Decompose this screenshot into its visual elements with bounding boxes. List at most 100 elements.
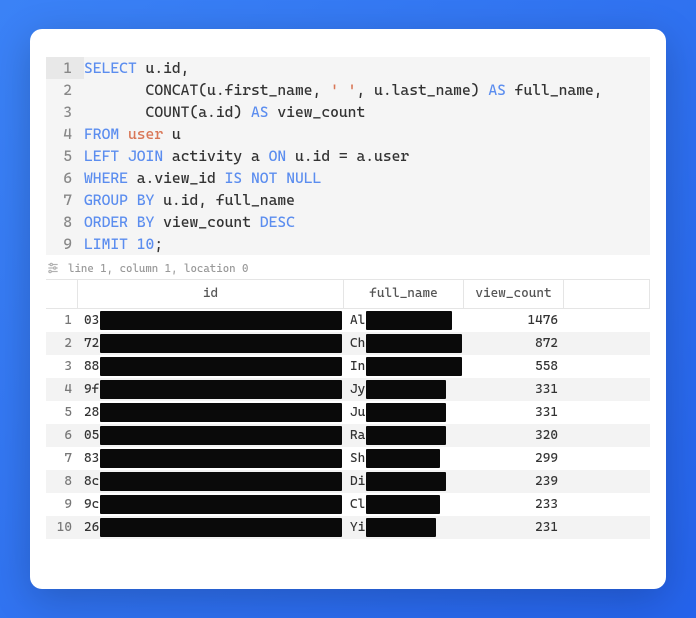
row-number: 2: [46, 332, 78, 355]
table-row[interactable]: 1026Yi231: [46, 516, 650, 539]
table-row[interactable]: 783Sh299: [46, 447, 650, 470]
cell-id: 8c: [78, 470, 344, 493]
cell-full-name: Di: [344, 470, 464, 493]
sql-editor[interactable]: 1SELECT u.id,2 CONCAT(u.first_name, ' ',…: [46, 57, 650, 255]
cell-spacer: [564, 447, 650, 470]
cell-full-name: Sh: [344, 447, 464, 470]
table-row[interactable]: 605Ra320: [46, 424, 650, 447]
cell-full-name: Al: [344, 309, 464, 332]
code-content[interactable]: CONCAT(u.first_name, ' ', u.last_name) A…: [84, 79, 603, 101]
cell-view-count: 558: [464, 355, 564, 378]
line-number: 1: [46, 57, 84, 79]
redacted-icon: [366, 449, 440, 468]
redacted-icon: [100, 357, 342, 376]
col-full-name[interactable]: full_name: [344, 280, 464, 308]
code-line[interactable]: 9LIMIT 10;: [46, 233, 650, 255]
cell-view-count: 1476: [464, 309, 564, 332]
row-number: 4: [46, 378, 78, 401]
table-row[interactable]: 88cDi239: [46, 470, 650, 493]
line-number: 4: [46, 123, 84, 145]
table-header: id full_name view_count: [46, 280, 650, 309]
cell-id: 9f: [78, 378, 344, 401]
row-number: 1: [46, 309, 78, 332]
editor-card: 1SELECT u.id,2 CONCAT(u.first_name, ' ',…: [30, 29, 666, 589]
code-content[interactable]: LEFT JOIN activity a ON u.id = a.user: [84, 145, 409, 167]
row-number: 7: [46, 447, 78, 470]
cell-id: 9c: [78, 493, 344, 516]
redacted-icon: [366, 403, 446, 422]
cell-spacer: [564, 355, 650, 378]
cell-view-count: 331: [464, 378, 564, 401]
code-line[interactable]: 2 CONCAT(u.first_name, ' ', u.last_name)…: [46, 79, 650, 101]
cell-id: 88: [78, 355, 344, 378]
table-row[interactable]: 272Ch872: [46, 332, 650, 355]
redacted-icon: [366, 380, 446, 399]
redacted-icon: [366, 334, 462, 353]
cell-id: 72: [78, 332, 344, 355]
table-row[interactable]: 528Ju331: [46, 401, 650, 424]
redacted-icon: [366, 518, 436, 537]
col-view-count[interactable]: view_count: [464, 280, 564, 308]
cell-view-count: 331: [464, 401, 564, 424]
code-line[interactable]: 1SELECT u.id,: [46, 57, 650, 79]
row-number: 9: [46, 493, 78, 516]
code-line[interactable]: 5LEFT JOIN activity a ON u.id = a.user: [46, 145, 650, 167]
code-content[interactable]: SELECT u.id,: [84, 57, 189, 79]
code-line[interactable]: 8ORDER BY view_count DESC: [46, 211, 650, 233]
line-number: 3: [46, 101, 84, 123]
cell-id: 28: [78, 401, 344, 424]
redacted-icon: [100, 426, 342, 445]
redacted-icon: [100, 472, 342, 491]
row-number: 6: [46, 424, 78, 447]
code-line[interactable]: 6WHERE a.view_id IS NOT NULL: [46, 167, 650, 189]
row-number: 10: [46, 516, 78, 539]
line-number: 7: [46, 189, 84, 211]
line-number: 6: [46, 167, 84, 189]
cell-full-name: Ch: [344, 332, 464, 355]
cell-full-name: Ra: [344, 424, 464, 447]
cell-view-count: 872: [464, 332, 564, 355]
code-line[interactable]: 7GROUP BY u.id, full_name: [46, 189, 650, 211]
cell-view-count: 320: [464, 424, 564, 447]
cell-id: 05: [78, 424, 344, 447]
table-row[interactable]: 49fJy331: [46, 378, 650, 401]
code-content[interactable]: ORDER BY view_count DESC: [84, 211, 295, 233]
cell-id: 26: [78, 516, 344, 539]
col-id[interactable]: id: [78, 280, 344, 308]
redacted-icon: [100, 495, 342, 514]
cell-spacer: [564, 470, 650, 493]
line-number: 9: [46, 233, 84, 255]
redacted-icon: [366, 472, 446, 491]
cell-full-name: In: [344, 355, 464, 378]
cell-spacer: [564, 424, 650, 447]
cell-full-name: Yi: [344, 516, 464, 539]
cell-spacer: [564, 493, 650, 516]
cell-view-count: 299: [464, 447, 564, 470]
cell-full-name: Ju: [344, 401, 464, 424]
code-content[interactable]: GROUP BY u.id, full_name: [84, 189, 295, 211]
redacted-icon: [100, 311, 342, 330]
cell-full-name: Cl: [344, 493, 464, 516]
code-content[interactable]: LIMIT 10;: [84, 233, 163, 255]
cell-spacer: [564, 309, 650, 332]
row-number: 3: [46, 355, 78, 378]
cell-spacer: [564, 332, 650, 355]
col-spacer: [564, 280, 650, 308]
cell-full-name: Jy: [344, 378, 464, 401]
row-number: 8: [46, 470, 78, 493]
line-number: 5: [46, 145, 84, 167]
results-table: id full_name view_count 103Al1476272Ch87…: [46, 279, 650, 569]
code-line[interactable]: 4FROM user u: [46, 123, 650, 145]
redacted-icon: [100, 449, 342, 468]
settings-icon: [46, 261, 60, 275]
status-bar: line 1, column 1, location 0: [30, 255, 666, 279]
code-line[interactable]: 3 COUNT(a.id) AS view_count: [46, 101, 650, 123]
redacted-icon: [366, 311, 452, 330]
code-content[interactable]: FROM user u: [84, 123, 181, 145]
table-row[interactable]: 388In558: [46, 355, 650, 378]
table-row[interactable]: 99cCl233: [46, 493, 650, 516]
code-content[interactable]: WHERE a.view_id IS NOT NULL: [84, 167, 321, 189]
code-content[interactable]: COUNT(a.id) AS view_count: [84, 101, 365, 123]
table-row[interactable]: 103Al1476: [46, 309, 650, 332]
row-number-header: [46, 280, 78, 308]
